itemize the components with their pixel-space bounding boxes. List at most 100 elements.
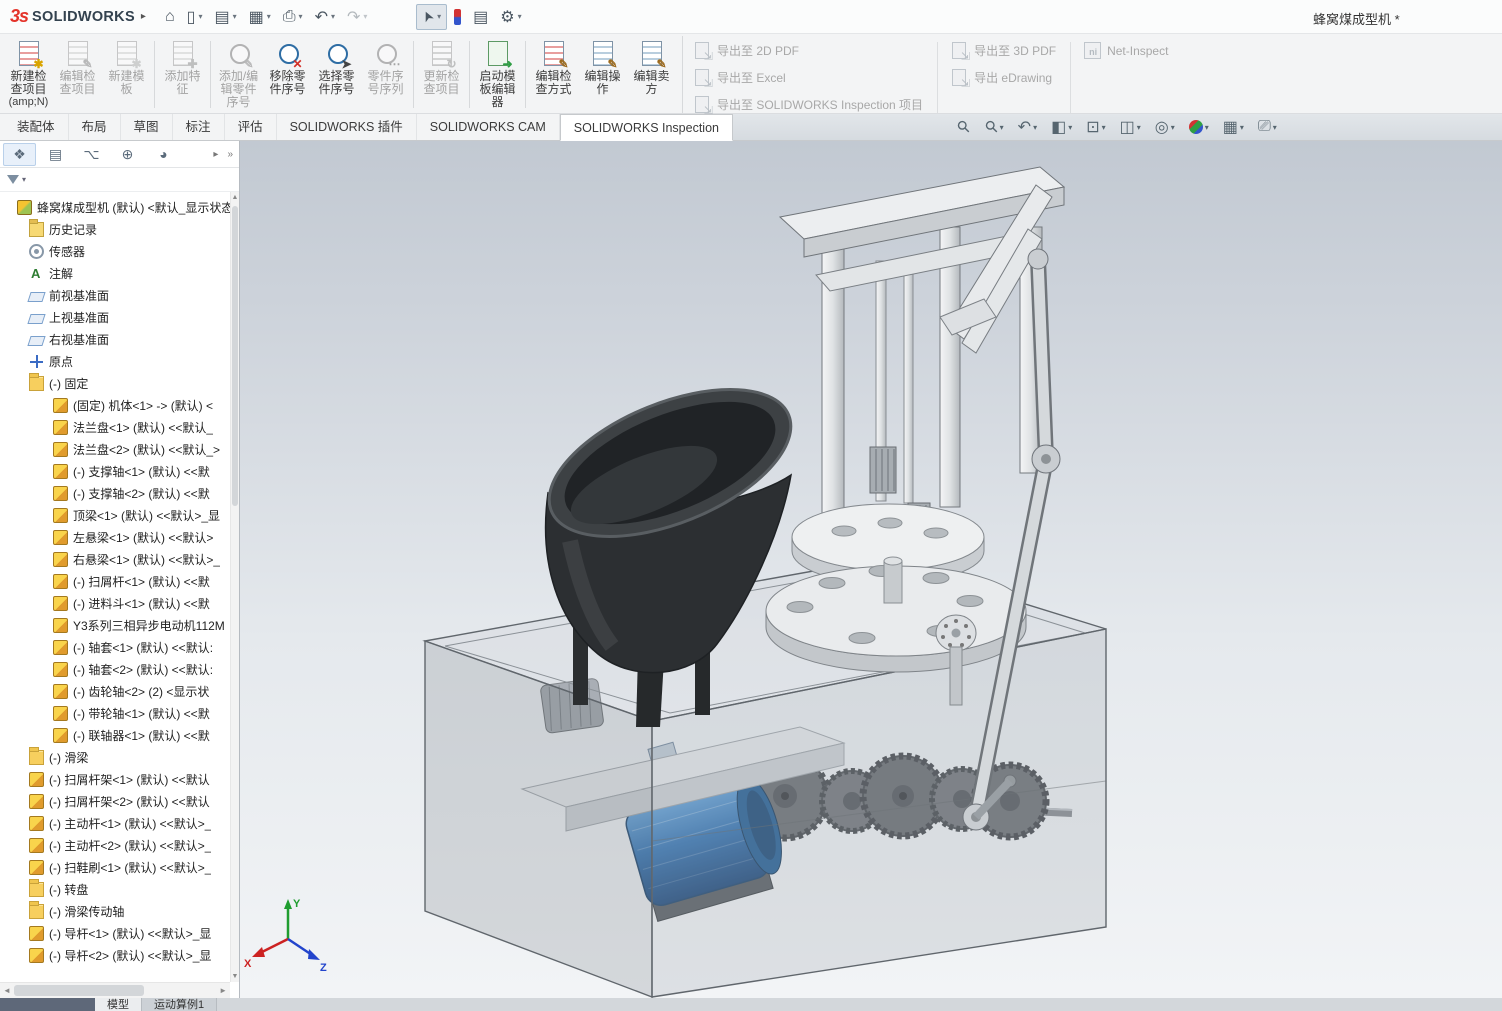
tree-row[interactable]: (-) 齿轮轴<2> (2) <显示状 — [0, 680, 230, 702]
heads-up-tool-button[interactable]: ◎ ▾ — [1148, 117, 1182, 137]
tree-row[interactable]: 传感器 — [0, 240, 230, 262]
chevron-down-icon[interactable]: ▾ — [198, 12, 202, 21]
chevron-down-icon[interactable]: ▾ — [1273, 123, 1277, 132]
tree-row[interactable]: (-) 进料斗<1> (默认) <<默 — [0, 592, 230, 614]
scroll-up-icon[interactable]: ▲ — [231, 194, 239, 201]
tree-row[interactable]: 左悬梁<1> (默认) <<默认> — [0, 526, 230, 548]
command-tab[interactable]: SOLIDWORKS 插件 — [277, 114, 417, 140]
tree-row[interactable]: (-) 轴套<2> (默认) <<默认: — [0, 658, 230, 680]
panel-tab-scroll-icon[interactable]: ▸ — [210, 149, 221, 160]
panel-tab-overflow-icon[interactable]: » — [224, 149, 236, 160]
tree-row[interactable]: 顶梁<1> (默认) <<默认>_显 — [0, 504, 230, 526]
chevron-down-icon[interactable]: ▾ — [1068, 123, 1072, 132]
quick-tool-button[interactable]: ▾ — [449, 4, 466, 30]
ribbon-button[interactable]: ✎ 添加/编辑零件序号 — [214, 36, 263, 113]
tree-row[interactable]: (-) 扫屑杆架<1> (默认) <<默认 — [0, 768, 230, 790]
heads-up-tool-button[interactable]: ▾ — [1182, 120, 1216, 134]
filter-icon[interactable] — [7, 175, 19, 184]
ribbon-button[interactable] — [413, 41, 414, 108]
heads-up-tool-button[interactable]: ◧ ▾ — [1044, 117, 1079, 137]
chevron-down-icon[interactable]: ▾ — [1137, 123, 1141, 132]
ribbon-button[interactable]: ✎ 编辑检查方式 — [529, 36, 578, 113]
quick-tool-button[interactable]: ↷ ▾ — [342, 4, 372, 30]
menu-flyout-arrow-icon[interactable]: ▸ — [141, 11, 146, 22]
heads-up-tool-button[interactable]: ▦ ▾ — [1216, 117, 1251, 137]
tree-row[interactable]: 原点 — [0, 350, 230, 372]
command-tab[interactable]: 草图 — [121, 114, 173, 140]
tree-row[interactable]: (-) 导杆<2> (默认) <<默认>_显 — [0, 944, 230, 966]
tree-row[interactable]: 右悬梁<1> (默认) <<默认>_ — [0, 548, 230, 570]
tree-horizontal-scrollbar[interactable]: ◄ ► — [0, 982, 230, 998]
tree-row[interactable]: 前视基准面 — [0, 284, 230, 306]
tree-row[interactable]: (-) 扫屑杆架<2> (默认) <<默认 — [0, 790, 230, 812]
ribbon-button[interactable]: ✕ 移除零件序号 — [263, 36, 312, 113]
chevron-down-icon[interactable]: ▾ — [363, 12, 367, 21]
chevron-down-icon[interactable]: ▾ — [518, 12, 522, 21]
ribbon-button[interactable]: ↻ 更新检查项目 — [417, 36, 466, 113]
ribbon-button[interactable] — [210, 41, 211, 108]
tree-row[interactable]: (-) 带轮轴<1> (默认) <<默 — [0, 702, 230, 724]
tree-row[interactable]: (-) 主动杆<2> (默认) <<默认>_ — [0, 834, 230, 856]
panel-tab[interactable]: ◕ — [147, 143, 180, 166]
scrollbar-thumb[interactable] — [232, 206, 238, 506]
chevron-down-icon[interactable]: ▾ — [1240, 123, 1244, 132]
tree-row[interactable]: 上视基准面 — [0, 306, 230, 328]
panel-tab[interactable]: ⊕ — [111, 143, 144, 166]
quick-tool-button[interactable]: ⌂ ▾ — [160, 4, 180, 30]
quick-tool-button[interactable]: ↶ ▾ — [310, 4, 340, 30]
command-tab[interactable]: SOLIDWORKS Inspection — [559, 114, 733, 141]
scroll-right-icon[interactable]: ► — [219, 986, 227, 995]
ribbon-button[interactable]: ✱ 新建模板 — [102, 36, 151, 113]
tree-row[interactable]: (-) 扫屑杆<1> (默认) <<默 — [0, 570, 230, 592]
heads-up-tool-button[interactable]: ↶ ▾ — [1011, 117, 1044, 137]
export-button[interactable]: 导出至 2D PDF — [693, 42, 923, 63]
scroll-left-icon[interactable]: ◄ — [3, 986, 11, 995]
tree-row[interactable]: (-) 支撑轴<1> (默认) <<默 — [0, 460, 230, 482]
ribbon-button[interactable]: ⋯ 零件序号序列 — [361, 36, 410, 113]
heads-up-tool-button[interactable]: ◫ ▾ — [1113, 117, 1148, 137]
tree-vertical-scrollbar[interactable]: ▲ ▼ — [230, 192, 239, 982]
tree-row[interactable]: 历史记录 — [0, 218, 230, 240]
viewport-bottom-tab[interactable]: 模型 — [95, 998, 142, 1011]
chevron-down-icon[interactable]: ▾ — [1102, 123, 1106, 132]
chevron-down-icon[interactable]: ▾ — [22, 175, 26, 184]
export-button[interactable]: 导出至 Excel — [693, 69, 923, 90]
scroll-down-icon[interactable]: ▼ — [231, 973, 239, 980]
panel-tab[interactable]: ▤ — [39, 143, 72, 166]
quick-tool-button[interactable]: ➤ ▾ — [416, 3, 448, 30]
ribbon-button[interactable]: ➤ 选择零件序号 — [312, 36, 361, 113]
solidworks-logo[interactable]: 3s SOLIDWORKS ▸ — [10, 6, 146, 27]
quick-tool-button[interactable]: ▦ ▾ — [244, 4, 276, 30]
command-tab[interactable]: SOLIDWORKS CAM — [417, 114, 560, 140]
export-button[interactable]: 导出至 3D PDF — [950, 42, 1056, 63]
ribbon-button[interactable] — [469, 41, 470, 108]
viewport-bottom-tab[interactable]: 运动算例1 — [142, 998, 218, 1011]
ribbon-button[interactable] — [154, 41, 155, 108]
panel-tab[interactable]: ⌥ — [75, 143, 108, 166]
tree-row[interactable]: 注解 — [0, 262, 230, 284]
tree-row[interactable]: (-) 导杆<1> (默认) <<默认>_显 — [0, 922, 230, 944]
heads-up-tool-button[interactable]: ⚲ — [951, 117, 979, 137]
tree-row[interactable]: Y3系列三相异步电动机112M — [0, 614, 230, 636]
tree-row[interactable]: (-) 轴套<1> (默认) <<默认: — [0, 636, 230, 658]
chevron-down-icon[interactable]: ▾ — [233, 12, 237, 21]
tree-row[interactable]: (-) 扫鞋刷<1> (默认) <<默认>_ — [0, 856, 230, 878]
command-tab[interactable]: 标注 — [173, 114, 225, 140]
ribbon-button[interactable]: ✱ 新建检查项目 (amp;N) — [4, 36, 53, 113]
export-button[interactable]: 导出 eDrawing — [950, 69, 1056, 90]
command-tab[interactable]: 布局 — [69, 114, 121, 140]
quick-tool-button[interactable]: ▤ ▾ — [468, 4, 493, 30]
graphics-area[interactable]: Y X Z — [240, 141, 1502, 998]
ribbon-button[interactable] — [525, 41, 526, 108]
tree-row[interactable]: (-) 转盘 — [0, 878, 230, 900]
tree-row[interactable]: (-) 主动杆<1> (默认) <<默认>_ — [0, 812, 230, 834]
chevron-down-icon[interactable]: ▾ — [299, 12, 303, 21]
tree-row[interactable]: 法兰盘<2> (默认) <<默认_> — [0, 438, 230, 460]
quick-tool-button[interactable]: ▯ ▾ — [182, 4, 208, 30]
heads-up-tool-button[interactable]: ⎚ ▾ — [1251, 118, 1284, 136]
quick-tool-button[interactable]: ⎙ ▾ — [278, 4, 308, 30]
quick-tool-button[interactable]: ▤ ▾ — [209, 4, 241, 30]
chevron-down-icon[interactable]: ▾ — [1033, 123, 1037, 132]
ribbon-button[interactable]: ✎ 编辑操作 — [578, 36, 627, 113]
ribbon-button[interactable]: ➜ 启动模板编辑器 — [473, 36, 522, 113]
